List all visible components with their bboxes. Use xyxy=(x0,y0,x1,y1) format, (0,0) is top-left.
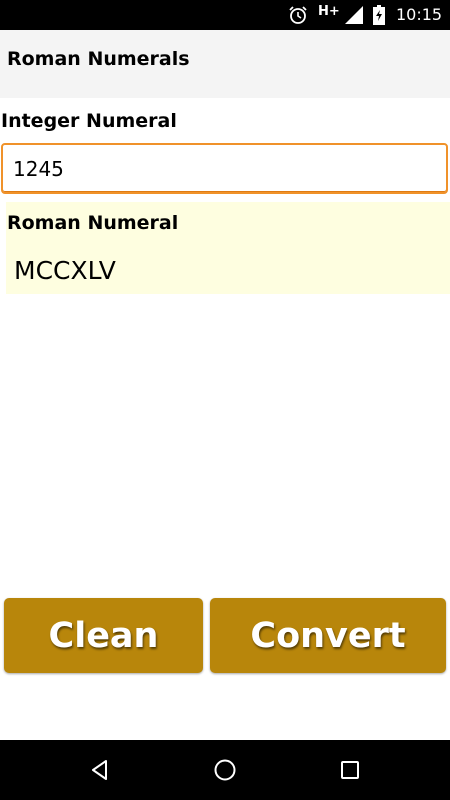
alarm-icon xyxy=(288,0,308,30)
roman-numeral-value: MCCXLV xyxy=(14,256,116,285)
clean-button[interactable]: Clean xyxy=(4,598,203,673)
recents-icon[interactable] xyxy=(320,740,380,800)
back-icon[interactable] xyxy=(70,740,130,800)
status-clock: 10:15 xyxy=(396,5,443,24)
signal-icon xyxy=(343,0,365,30)
navigation-bar xyxy=(0,740,450,800)
roman-numeral-panel: Roman Numeral MCCXLV xyxy=(6,202,450,294)
convert-button[interactable]: Convert xyxy=(210,598,446,673)
network-type-label: H+ xyxy=(318,3,340,19)
status-bar: H+ 10:15 xyxy=(0,0,450,30)
integer-numeral-input[interactable] xyxy=(1,143,448,194)
app-bar: Roman Numerals xyxy=(0,30,450,98)
integer-numeral-label: Integer Numeral xyxy=(1,110,177,132)
battery-charging-icon xyxy=(373,0,385,30)
roman-numeral-label: Roman Numeral xyxy=(7,212,179,234)
home-icon[interactable] xyxy=(195,740,255,800)
app-title: Roman Numerals xyxy=(7,48,190,70)
